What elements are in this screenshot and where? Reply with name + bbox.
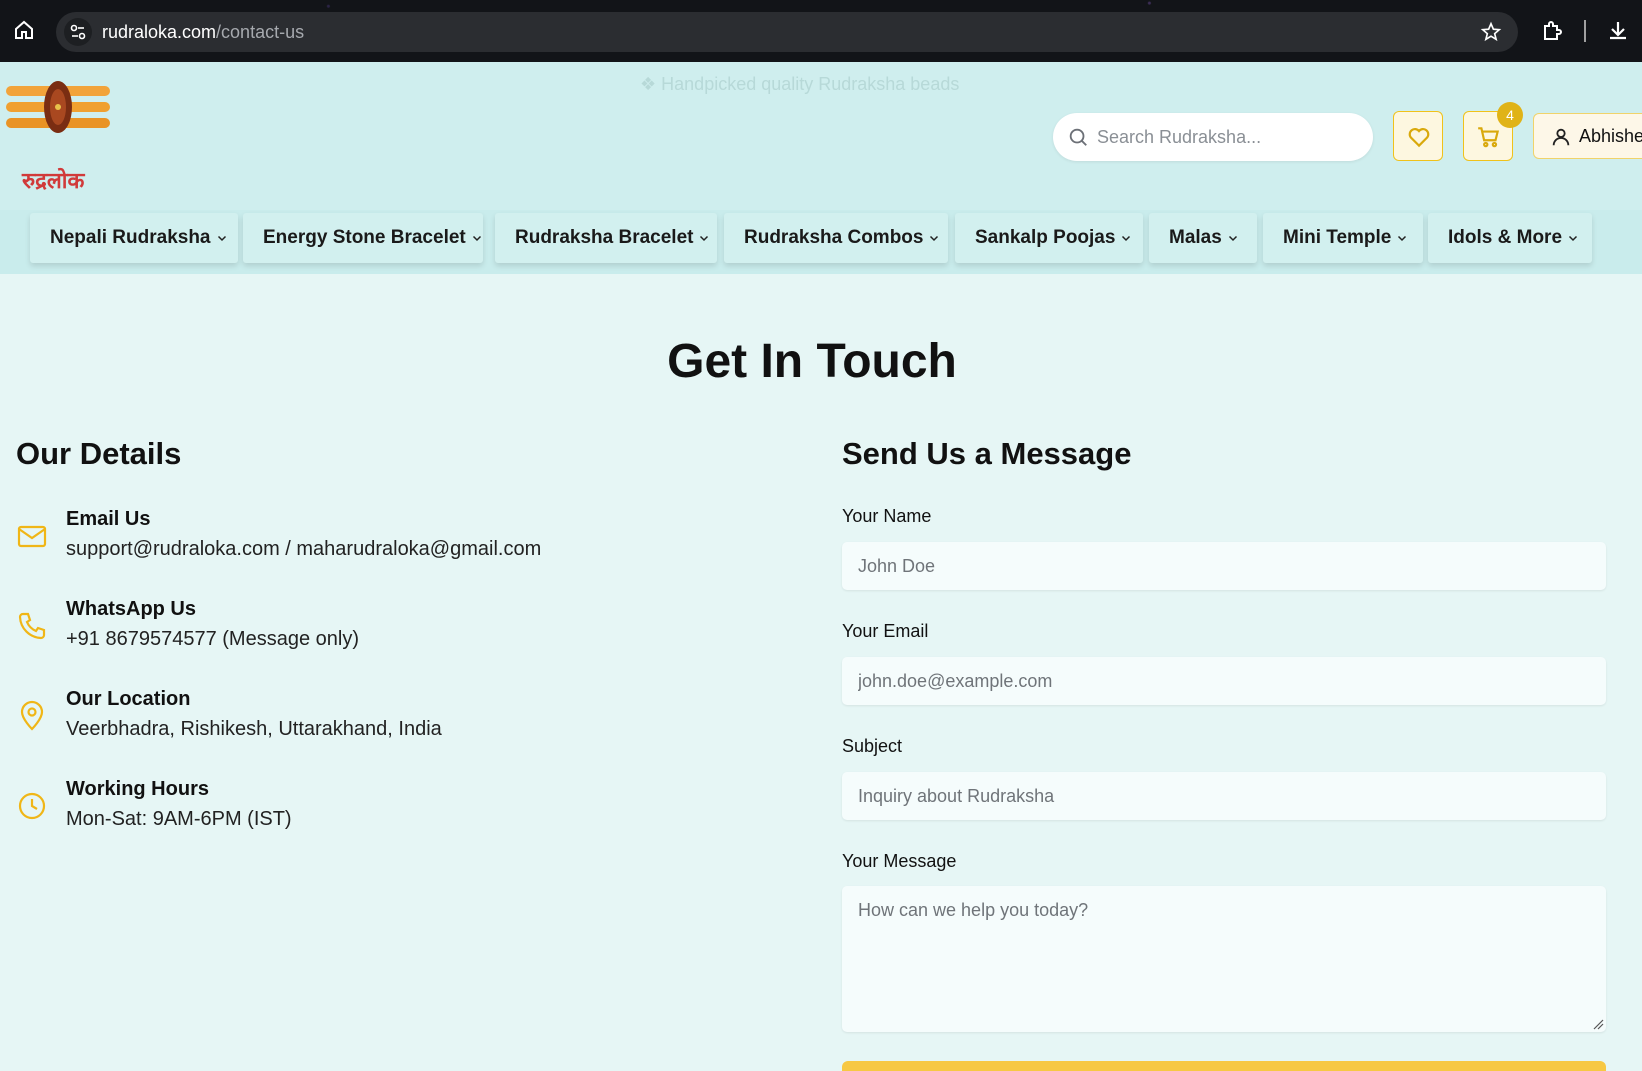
nav-label: Rudraksha Bracelet [515,227,694,248]
chevron-down-icon [1398,235,1407,242]
nav-item-malas[interactable]: Malas [1149,213,1257,263]
category-nav: Nepali Rudraksha Energy Stone Bracelet R… [0,210,1642,274]
email-input[interactable] [842,657,1606,705]
nav-item-rudraksha-bracelet[interactable]: Rudraksha Bracelet [495,213,717,263]
message-textarea[interactable] [842,886,1606,1032]
location-value: Veerbhadra, Rishikesh, Uttarakhand, Indi… [66,718,442,740]
chevron-down-icon [1122,235,1131,242]
gem-icon: ❖ [640,74,657,94]
detail-location: Our Location Veerbhadra, Rishikesh, Utta… [16,688,716,758]
nav-item-idols-and-more[interactable]: Idols & More [1428,213,1592,263]
chevron-down-icon [472,235,481,242]
promo-ticker: ❖ Handpicked quality Rudraksha beads [640,74,959,95]
our-details-heading: Our Details [16,436,182,471]
name-input[interactable] [842,542,1606,590]
search-input[interactable] [1097,113,1359,161]
nav-label: Nepali Rudraksha [50,227,211,248]
whatsapp-value[interactable]: +91 8679574577 (Message only) [66,628,359,651]
promo-text: Handpicked quality Rudraksha beads [661,74,960,94]
chevron-down-icon [700,235,709,242]
nav-label: Sankalp Poojas [975,227,1116,248]
nav-item-nepali-rudraksha[interactable]: Nepali Rudraksha [30,213,238,263]
search-icon [1069,128,1087,146]
nav-item-mini-temple[interactable]: Mini Temple [1263,213,1423,263]
chevron-down-icon [1228,235,1237,242]
clock-icon [18,792,46,820]
mail-icon [17,525,47,548]
detail-label: Email Us [66,508,151,530]
bookmark-star-icon[interactable] [1480,21,1502,43]
name-label: Your Name [842,506,932,526]
message-label: Your Message [842,851,957,871]
email-label: Your Email [842,621,929,641]
account-button[interactable]: Abhishe [1533,113,1642,159]
detail-label: Our Location [66,688,191,710]
nav-label: Idols & More [1448,227,1563,248]
send-message-button[interactable] [842,1061,1606,1071]
cart-icon [1478,127,1500,148]
user-icon [1552,128,1570,146]
search-box[interactable] [1053,113,1373,161]
hours-value: Mon-Sat: 9AM-6PM (IST) [66,808,292,830]
toolbar-separator [1584,20,1586,42]
resize-handle-icon[interactable] [1592,1018,1604,1030]
nav-label: Energy Stone Bracelet [263,227,466,248]
nav-item-energy-stone-bracelet[interactable]: Energy Stone Bracelet [243,213,483,263]
home-icon[interactable] [12,18,36,42]
detail-hours: Working Hours Mon-Sat: 9AM-6PM (IST) [16,778,716,848]
map-pin-icon [20,700,44,731]
nav-label: Malas [1169,227,1222,248]
detail-label: Working Hours [66,778,209,800]
subject-label: Subject [842,736,903,756]
nav-item-rudraksha-combos[interactable]: Rudraksha Combos [724,213,948,263]
nav-item-sankalp-poojas[interactable]: Sankalp Poojas [955,213,1143,263]
send-message-heading: Send Us a Message [842,436,1132,471]
extensions-icon[interactable] [1540,19,1564,43]
site-settings-icon[interactable] [64,18,92,46]
subject-input[interactable] [842,772,1606,820]
heart-icon [1408,128,1430,148]
email-value[interactable]: support@rudraloka.com / maharudraloka@gm… [66,538,541,561]
chevron-down-icon [217,235,226,242]
detail-whatsapp: WhatsApp Us +91 8679574577 (Message only… [16,598,716,668]
browser-toolbar: rudraloka.com/contact-us [0,0,1642,62]
chevron-down-icon [1568,235,1578,242]
site-logo[interactable]: रुद्रलोक [4,78,112,198]
wishlist-button[interactable] [1393,111,1443,161]
page-title: Get In Touch [667,335,957,388]
cart-count-badge: 4 [1497,102,1523,128]
phone-icon [18,612,46,640]
nav-label: Mini Temple [1283,227,1392,248]
detail-email: Email Us support@rudraloka.com / maharud… [16,508,716,578]
nav-label: Rudraksha Combos [744,227,924,248]
address-bar[interactable]: rudraloka.com/contact-us [56,12,1518,52]
account-name: Abhishe [1579,126,1642,146]
chevron-down-icon [930,235,939,242]
site-header: रुद्रलोक ❖ Handpicked quality Rudraksha … [0,62,1642,210]
url-domain: rudraloka.com [102,22,217,42]
url-path: /contact-us [216,22,305,42]
svg-text:रुद्रलोक: रुद्रलोक [21,167,85,194]
download-icon[interactable] [1606,19,1630,43]
detail-label: WhatsApp Us [66,598,196,620]
url-text: rudraloka.com/contact-us [102,22,304,43]
